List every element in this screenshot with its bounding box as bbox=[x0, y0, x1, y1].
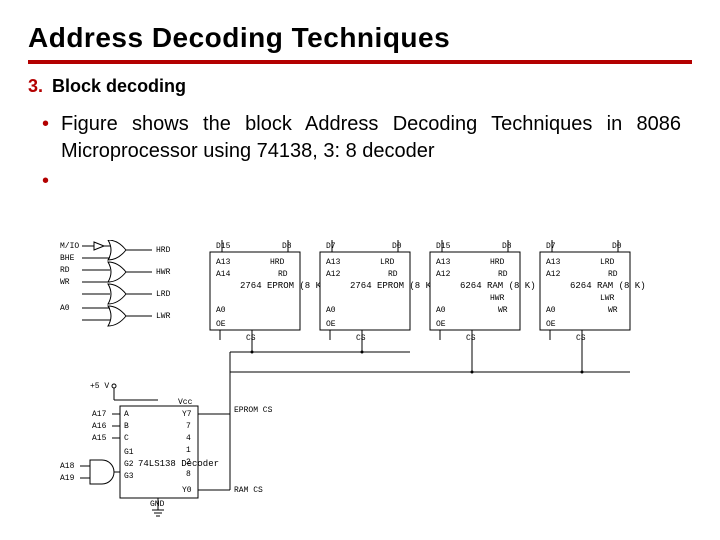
svg-text:7: 7 bbox=[186, 422, 191, 431]
svg-text:LRD: LRD bbox=[380, 258, 395, 267]
signal-label: M/IO bbox=[60, 242, 79, 251]
svg-text:EPROM CS: EPROM CS bbox=[234, 406, 273, 415]
svg-text:RD: RD bbox=[608, 270, 618, 279]
section-name: Block decoding bbox=[52, 76, 186, 96]
svg-text:B: B bbox=[124, 422, 129, 431]
svg-text:1: 1 bbox=[186, 446, 191, 455]
signal-label: BHE bbox=[60, 254, 75, 263]
signal-label: LRD bbox=[156, 290, 171, 299]
svg-text:GND: GND bbox=[150, 500, 165, 509]
svg-text:74LS138 Decoder: 74LS138 Decoder bbox=[138, 459, 219, 469]
svg-text:OE: OE bbox=[436, 320, 446, 329]
svg-text:RD: RD bbox=[278, 270, 288, 279]
signal-label: LWR bbox=[156, 312, 171, 321]
svg-text:OE: OE bbox=[326, 320, 336, 329]
decoder: A17 A16 A15 A B C G1 G2 G3 Vcc Y7 7 4 1 … bbox=[92, 352, 273, 516]
signal-label: WR bbox=[60, 278, 70, 287]
svg-text:D15: D15 bbox=[436, 242, 451, 251]
svg-text:6264 RAM (8 K): 6264 RAM (8 K) bbox=[460, 281, 536, 291]
svg-text:A0: A0 bbox=[546, 306, 556, 315]
svg-text:A13: A13 bbox=[436, 258, 451, 267]
signal-label: RD bbox=[60, 266, 70, 275]
svg-text:Vcc: Vcc bbox=[178, 398, 193, 407]
svg-text:A18: A18 bbox=[60, 462, 75, 471]
svg-text:A13: A13 bbox=[546, 258, 561, 267]
svg-text:HRD: HRD bbox=[490, 258, 505, 267]
svg-text:CS: CS bbox=[576, 334, 586, 343]
svg-text:HRD: HRD bbox=[270, 258, 285, 267]
svg-text:RD: RD bbox=[388, 270, 398, 279]
svg-text:Y7: Y7 bbox=[182, 410, 192, 419]
svg-text:RAM CS: RAM CS bbox=[234, 486, 263, 495]
svg-text:G3: G3 bbox=[124, 472, 134, 481]
bullet-text: Figure shows the block Address Decoding … bbox=[61, 111, 681, 165]
svg-text:A0: A0 bbox=[326, 306, 336, 315]
svg-text:2764 EPROM (8 K): 2764 EPROM (8 K) bbox=[240, 281, 326, 291]
svg-text:CS: CS bbox=[466, 334, 476, 343]
svg-text:D7: D7 bbox=[326, 242, 336, 251]
svg-text:CS: CS bbox=[356, 334, 366, 343]
svg-text:D8: D8 bbox=[282, 242, 292, 251]
empty-bullet: • bbox=[28, 171, 692, 192]
svg-text:A: A bbox=[124, 410, 129, 419]
svg-text:G2: G2 bbox=[124, 460, 134, 469]
svg-text:CS: CS bbox=[246, 334, 256, 343]
svg-text:RD: RD bbox=[498, 270, 508, 279]
svg-text:A12: A12 bbox=[326, 270, 341, 279]
svg-text:A0: A0 bbox=[436, 306, 446, 315]
svg-text:C: C bbox=[124, 434, 129, 443]
section-heading: 3. Block decoding bbox=[28, 76, 692, 97]
svg-text:D15: D15 bbox=[216, 242, 231, 251]
control-logic: M/IO BHE RD WR A0 HRD HWR LRD LWR bbox=[60, 240, 171, 326]
power-label: +5 V bbox=[90, 382, 109, 391]
svg-text:OE: OE bbox=[216, 320, 226, 329]
signal-label: HWR bbox=[156, 268, 171, 277]
and-gate: A18 A19 bbox=[60, 460, 120, 484]
svg-text:A0: A0 bbox=[216, 306, 226, 315]
page-title: Address Decoding Techniques bbox=[28, 22, 692, 64]
svg-text:A15: A15 bbox=[92, 434, 107, 443]
svg-text:D0: D0 bbox=[612, 242, 622, 251]
svg-text:Y0: Y0 bbox=[182, 486, 192, 495]
svg-text:WR: WR bbox=[498, 306, 508, 315]
svg-text:A12: A12 bbox=[436, 270, 451, 279]
svg-text:A12: A12 bbox=[546, 270, 561, 279]
bullet-item: • Figure shows the block Address Decodin… bbox=[28, 111, 692, 165]
svg-text:OE: OE bbox=[546, 320, 556, 329]
svg-text:D8: D8 bbox=[502, 242, 512, 251]
bullet-icon: • bbox=[42, 170, 49, 192]
svg-text:8: 8 bbox=[186, 470, 191, 479]
signal-label: A0 bbox=[60, 304, 70, 313]
svg-text:A14: A14 bbox=[216, 270, 231, 279]
svg-text:2764 EPROM (8 K): 2764 EPROM (8 K) bbox=[350, 281, 436, 291]
svg-text:WR: WR bbox=[608, 306, 618, 315]
svg-text:6264 RAM (8 K): 6264 RAM (8 K) bbox=[570, 281, 646, 291]
svg-text:HWR: HWR bbox=[490, 294, 505, 303]
svg-text:A16: A16 bbox=[92, 422, 107, 431]
svg-text:A13: A13 bbox=[216, 258, 231, 267]
svg-text:A17: A17 bbox=[92, 410, 107, 419]
svg-text:D0: D0 bbox=[392, 242, 402, 251]
svg-text:LWR: LWR bbox=[600, 294, 615, 303]
section-number: 3. bbox=[28, 76, 43, 96]
svg-text:A13: A13 bbox=[326, 258, 341, 267]
svg-text:LRD: LRD bbox=[600, 258, 615, 267]
svg-text:G1: G1 bbox=[124, 448, 134, 457]
svg-text:A19: A19 bbox=[60, 474, 75, 483]
svg-text:4: 4 bbox=[186, 434, 191, 443]
signal-label: HRD bbox=[156, 246, 171, 255]
svg-text:D7: D7 bbox=[546, 242, 556, 251]
circuit-diagram: M/IO BHE RD WR A0 HRD HWR LRD LWR bbox=[60, 240, 680, 520]
bullet-icon: • bbox=[42, 114, 49, 134]
